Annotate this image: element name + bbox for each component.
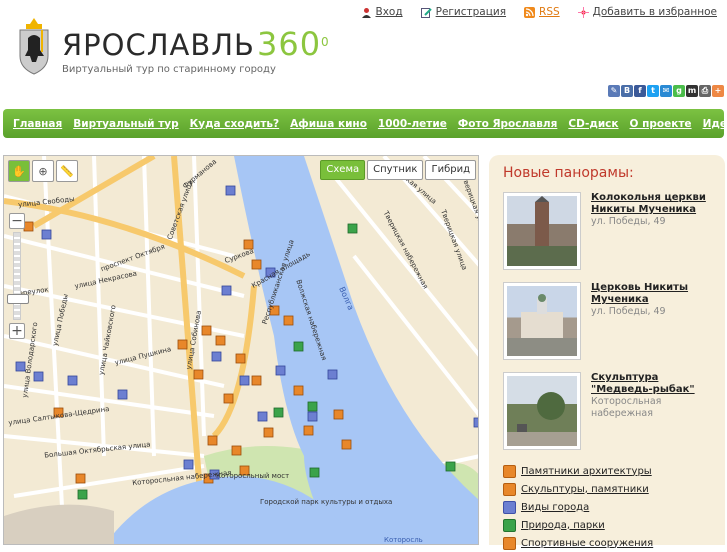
login-label: Вход: [375, 6, 403, 18]
legend-item[interactable]: Природа, парки: [503, 516, 653, 534]
rss-label: RSS: [539, 6, 560, 18]
brand-360: 360: [256, 25, 322, 63]
legend-label[interactable]: Скульптуры, памятники: [521, 484, 649, 495]
add-favorites-link[interactable]: Добавить в избранное: [577, 6, 717, 18]
site-tagline: Виртуальный тур по старинному городу: [62, 64, 276, 75]
map-type-satellite[interactable]: Спутник: [367, 160, 424, 180]
register-label: Регистрация: [435, 6, 507, 18]
ruler-icon[interactable]: 📏: [56, 160, 78, 182]
nav-millennium[interactable]: 1000-летие: [378, 118, 447, 130]
site-brand[interactable]: ЯРОСЛАВЛЬ3600: [62, 26, 330, 63]
nav-about[interactable]: О проекте: [630, 118, 692, 130]
map-legend: Памятники архитектуры Скульптуры, памятн…: [503, 462, 653, 552]
print-icon[interactable]: ⎙: [699, 85, 711, 97]
zoom-area-icon[interactable]: ⊕: [32, 160, 54, 182]
nav-cinema[interactable]: Афиша кино: [290, 118, 367, 130]
map-type-scheme[interactable]: Схема: [320, 160, 366, 180]
myspace-icon[interactable]: m: [686, 85, 698, 97]
login-link[interactable]: Вход: [361, 6, 403, 18]
legend-label[interactable]: Спортивные сооружения: [521, 538, 653, 549]
brand-name: ЯРОСЛАВЛЬ: [62, 28, 255, 62]
panorama-title[interactable]: Скульптура "Медведь-рыбак": [591, 372, 721, 396]
nav-home[interactable]: Главная: [13, 118, 62, 130]
panorama-title[interactable]: Церковь Никиты Мученика: [591, 282, 721, 306]
share-buttons: ✎ В f t ✉ g m ⎙ +: [608, 85, 724, 97]
yaroslavl-coat-of-arms-logo[interactable]: [14, 16, 54, 76]
panorama-title[interactable]: Колокольня церкви Никиты Мученика: [591, 192, 721, 216]
panorama-thumbnail[interactable]: [503, 372, 581, 450]
legend-label[interactable]: Природа, парки: [521, 520, 605, 531]
rss-link[interactable]: RSS: [524, 6, 560, 18]
nature-tree-marker-icon: [503, 518, 516, 532]
google-bookmark-icon[interactable]: g: [673, 85, 685, 97]
panorama-address: ул. Победы, 49: [591, 306, 666, 317]
twitter-icon[interactable]: t: [647, 85, 659, 97]
legend-label[interactable]: Памятники архитектуры: [521, 466, 652, 477]
more-share-icon[interactable]: +: [712, 85, 724, 97]
map-canvas[interactable]: [4, 156, 479, 545]
panel-title: Новые панорамы:: [503, 165, 634, 181]
nav-photo[interactable]: Фото Ярославля: [458, 118, 557, 130]
architecture-marker-icon: [503, 464, 516, 478]
pen-share-icon[interactable]: ✎: [608, 85, 620, 97]
panorama-item[interactable]: Колокольня церкви Никиты Мученика ул. По…: [503, 192, 723, 272]
map-label: Городской парк культуры и отдыха: [260, 498, 393, 506]
zoom-slider-thumb[interactable]: [7, 294, 29, 304]
user-icon: [361, 7, 371, 18]
add-favorites-label: Добавить в избранное: [592, 6, 717, 18]
map-tools: ✋ ⊕ 📏: [8, 160, 78, 182]
panorama-thumbnail[interactable]: [503, 192, 581, 270]
panorama-address: Которосльная набережная: [591, 396, 662, 419]
city-map[interactable]: Советская улица проспект Октября улица Н…: [3, 155, 479, 545]
legend-item[interactable]: Спортивные сооружения: [503, 534, 653, 552]
nav-where-to-go[interactable]: Куда сходить?: [190, 118, 280, 130]
vkontakte-icon[interactable]: В: [621, 85, 633, 97]
zoom-slider-track[interactable]: [13, 232, 21, 320]
edit-form-icon: [420, 7, 432, 18]
register-link[interactable]: Регистрация: [420, 6, 507, 18]
city-view-marker-icon: [503, 500, 516, 514]
legend-label[interactable]: Виды города: [521, 502, 589, 513]
map-type-hybrid[interactable]: Гибрид: [425, 160, 476, 180]
rss-icon: [524, 6, 536, 18]
top-links: Вход Регистрация RSS Добавить в избранно…: [361, 6, 717, 18]
map-type-switcher: Схема Спутник Гибрид: [320, 160, 476, 180]
nav-ideas[interactable]: Идеи: [703, 118, 727, 130]
panorama-address: ул. Победы, 49: [591, 216, 666, 227]
brand-degree: 0: [321, 35, 330, 49]
main-navigation: Главная Виртуальный тур Куда сходить? Аф…: [3, 109, 727, 138]
new-panoramas-panel: Новые панорамы: Колокольня церкви Никиты…: [489, 155, 725, 550]
panorama-thumbnail[interactable]: [503, 282, 581, 360]
map-label: Которосль: [384, 536, 423, 544]
sport-marker-icon: [503, 536, 516, 550]
nav-virtual-tour[interactable]: Виртуальный тур: [73, 118, 178, 130]
zoom-control: − +: [7, 213, 29, 343]
legend-item[interactable]: Памятники архитектуры: [503, 462, 653, 480]
sparkle-icon: [577, 6, 589, 18]
sculpture-marker-icon: [503, 482, 516, 496]
legend-item[interactable]: Скульптуры, памятники: [503, 480, 653, 498]
hand-pan-icon[interactable]: ✋: [8, 160, 30, 182]
zoom-out-button[interactable]: −: [9, 213, 25, 229]
nav-cd-disk[interactable]: CD-диск: [568, 118, 618, 130]
legend-item[interactable]: Виды города: [503, 498, 653, 516]
panorama-item[interactable]: Церковь Никиты Мученика ул. Победы, 49: [503, 282, 723, 362]
map-label: Которосльный мост: [216, 472, 290, 480]
livejournal-icon[interactable]: ✉: [660, 85, 672, 97]
zoom-in-button[interactable]: +: [9, 323, 25, 339]
facebook-icon[interactable]: f: [634, 85, 646, 97]
panorama-item[interactable]: Скульптура "Медведь-рыбак" Которосльная …: [503, 372, 723, 452]
